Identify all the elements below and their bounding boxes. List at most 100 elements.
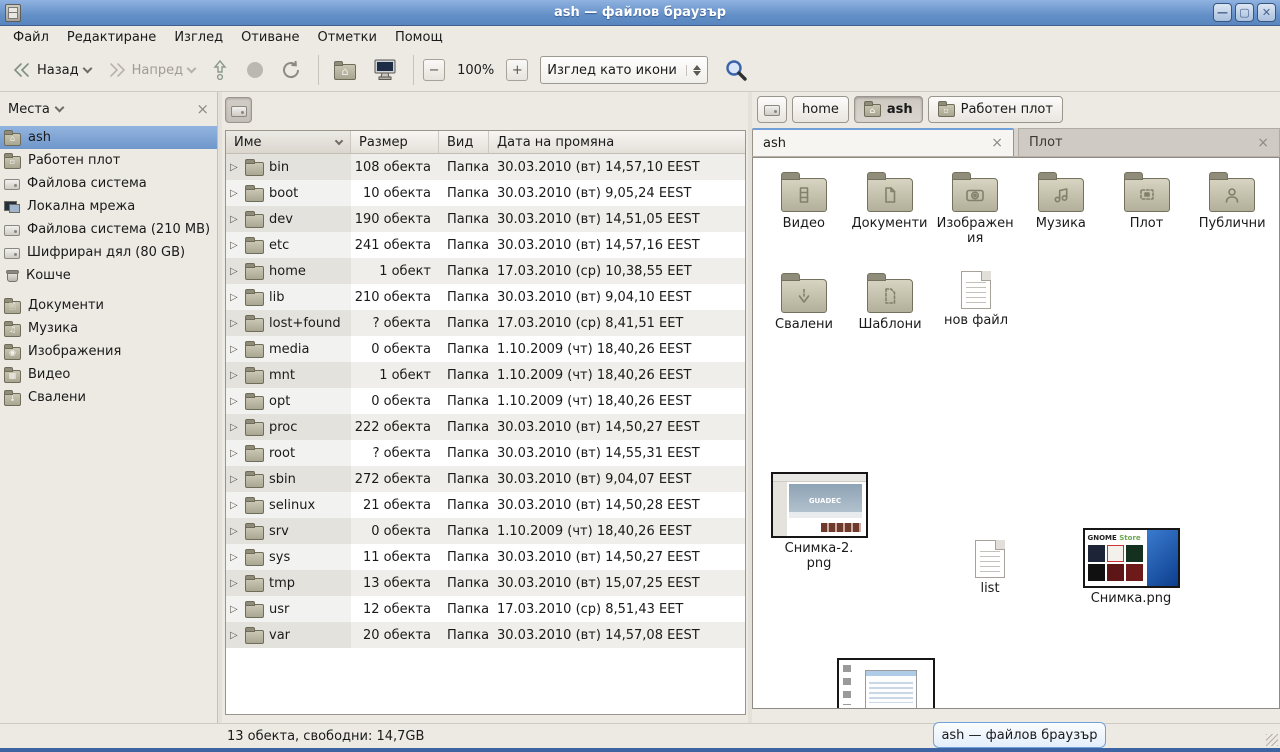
menu-bookmarks[interactable]: Отметки [308, 28, 385, 47]
column-header-date[interactable]: Дата на промяна [489, 131, 745, 153]
menu-help[interactable]: Помощ [386, 28, 452, 47]
expander-icon[interactable]: ▷ [230, 162, 240, 173]
sidebar-item-filesystem[interactable]: Файлова система [0, 172, 217, 195]
sidebar-close-icon[interactable]: × [196, 100, 209, 118]
file-snimka-1[interactable]: Снимка-1.png [835, 658, 937, 709]
expander-icon[interactable]: ▷ [230, 604, 240, 615]
table-row[interactable]: ▷ sbin 272 обекта Папка 30.03.2010 (вт) … [226, 466, 745, 492]
table-row[interactable]: ▷ lost+found ? обекта Папка 17.03.2010 (… [226, 310, 745, 336]
tab-close-icon[interactable]: × [991, 135, 1003, 151]
expander-icon[interactable]: ▷ [230, 552, 240, 563]
column-header-name[interactable]: Име [226, 131, 351, 153]
path-desktop-button[interactable]: ▫ Работен плот [928, 96, 1063, 123]
file-snimka-2[interactable]: GUADEC Снимка-2.png [769, 472, 869, 572]
path-home-button[interactable]: home [792, 96, 849, 123]
expander-icon[interactable]: ▷ [230, 370, 240, 381]
resize-grip[interactable] [1266, 734, 1278, 746]
back-button[interactable]: Назад [6, 58, 97, 82]
expander-icon[interactable]: ▷ [230, 578, 240, 589]
back-dropdown-icon[interactable] [82, 64, 92, 74]
file-list[interactable]: list [961, 540, 1019, 597]
menu-edit[interactable]: Редактиране [58, 28, 165, 47]
table-row[interactable]: ▷ mnt 1 обект Папка 1.10.2009 (чт) 18,40… [226, 362, 745, 388]
table-row[interactable]: ▷ selinux 21 обекта Папка 30.03.2010 (вт… [226, 492, 745, 518]
folder-video[interactable]: Видео [761, 170, 847, 247]
menu-file[interactable]: Файл [4, 28, 58, 47]
computer-button[interactable] [366, 54, 404, 86]
folder-downloads[interactable]: Свалени [761, 271, 847, 333]
expander-icon[interactable]: ▷ [230, 266, 240, 277]
folder-documents[interactable]: Документи [847, 170, 933, 247]
sidebar-item-video[interactable]: ▦ Видео [0, 363, 217, 386]
expander-icon[interactable]: ▷ [230, 500, 240, 511]
column-header-size[interactable]: Размер [351, 131, 439, 153]
folder-pictures[interactable]: Изображения [932, 170, 1018, 247]
forward-button[interactable]: Напред [101, 58, 201, 82]
path-ash-button[interactable]: ⌂ ash [854, 96, 923, 123]
table-row[interactable]: ▷ proc 222 обекта Папка 30.03.2010 (вт) … [226, 414, 745, 440]
expander-icon[interactable]: ▷ [230, 292, 240, 303]
table-row[interactable]: ▷ sys 11 обекта Папка 30.03.2010 (вт) 14… [226, 544, 745, 570]
sidebar-item-home[interactable]: ⌂ ash [0, 126, 217, 149]
sidebar-item-pictures[interactable]: ◉ Изображения [0, 340, 217, 363]
sidebar-title[interactable]: Места [8, 102, 50, 117]
home-button[interactable]: ⌂ [328, 57, 362, 84]
minimize-button[interactable]: — [1213, 3, 1232, 22]
tab-close-icon[interactable]: × [1257, 135, 1269, 151]
table-row[interactable]: ▷ var 20 обекта Папка 30.03.2010 (вт) 14… [226, 622, 745, 648]
table-row[interactable]: ▷ bin 108 обекта Папка 30.03.2010 (вт) 1… [226, 154, 745, 180]
zoom-in-button[interactable]: + [506, 59, 528, 81]
table-row[interactable]: ▷ usr 12 обекта Папка 17.03.2010 (ср) 8,… [226, 596, 745, 622]
sidebar-item-downloads[interactable]: ↓ Свалени [0, 386, 217, 409]
sidebar-chevron-icon[interactable] [54, 103, 64, 113]
table-row[interactable]: ▷ dev 190 обекта Папка 30.03.2010 (вт) 1… [226, 206, 745, 232]
table-row[interactable]: ▷ srv 0 обекта Папка 1.10.2009 (чт) 18,4… [226, 518, 745, 544]
table-row[interactable]: ▷ etc 241 обекта Папка 30.03.2010 (вт) 1… [226, 232, 745, 258]
expander-icon[interactable]: ▷ [230, 396, 240, 407]
maximize-button[interactable]: ▢ [1235, 3, 1254, 22]
sidebar-item-encrypted[interactable]: Шифриран дял (80 GB) [0, 241, 217, 264]
sidebar-item-music[interactable]: ♫ Музика [0, 317, 217, 340]
expander-icon[interactable]: ▷ [230, 630, 240, 641]
menu-go[interactable]: Отиване [232, 28, 308, 47]
up-button[interactable] [205, 55, 235, 85]
table-row[interactable]: ▷ tmp 13 обекта Папка 30.03.2010 (вт) 15… [226, 570, 745, 596]
stop-button[interactable] [239, 56, 271, 84]
column-header-type[interactable]: Вид [439, 131, 489, 153]
expander-icon[interactable]: ▷ [230, 448, 240, 459]
tab-ash[interactable]: ash × [752, 128, 1014, 156]
table-row[interactable]: ▷ opt 0 обекта Папка 1.10.2009 (чт) 18,4… [226, 388, 745, 414]
folder-public[interactable]: Публични [1189, 170, 1275, 247]
expander-icon[interactable]: ▷ [230, 422, 240, 433]
icon-view[interactable]: Видео Документи Изображения Музика Плот [752, 157, 1280, 709]
expander-icon[interactable]: ▷ [230, 474, 240, 485]
zoom-out-button[interactable]: − [423, 59, 445, 81]
table-row[interactable]: ▷ media 0 обекта Папка 1.10.2009 (чт) 18… [226, 336, 745, 362]
search-button[interactable] [718, 54, 754, 86]
table-row[interactable]: ▷ lib 210 обекта Папка 30.03.2010 (вт) 9… [226, 284, 745, 310]
sidebar-item-documents[interactable]: 🗎 Документи [0, 294, 217, 317]
folder-desktop[interactable]: Плот [1104, 170, 1190, 247]
file-new-file[interactable]: нов файл [933, 271, 1019, 333]
close-button[interactable]: ✕ [1257, 3, 1276, 22]
view-mode-select[interactable]: Изглед като икони [540, 56, 708, 84]
table-row[interactable]: ▷ boot 10 обекта Папка 30.03.2010 (вт) 9… [226, 180, 745, 206]
tab-plot[interactable]: Плот × [1018, 128, 1280, 156]
folder-templates[interactable]: Шаблони [847, 271, 933, 333]
sidebar-item-network[interactable]: Локална мрежа [0, 195, 217, 218]
expander-icon[interactable]: ▷ [230, 240, 240, 251]
expander-icon[interactable]: ▷ [230, 318, 240, 329]
forward-dropdown-icon[interactable] [187, 64, 197, 74]
expander-icon[interactable]: ▷ [230, 344, 240, 355]
reload-button[interactable] [275, 56, 309, 84]
expander-icon[interactable]: ▷ [230, 526, 240, 537]
expander-icon[interactable]: ▷ [230, 214, 240, 225]
menu-view[interactable]: Изглед [165, 28, 232, 47]
table-row[interactable]: ▷ root ? обекта Папка 30.03.2010 (вт) 14… [226, 440, 745, 466]
sidebar-item-trash[interactable]: Кошче [0, 264, 217, 287]
expander-icon[interactable]: ▷ [230, 188, 240, 199]
path-root-button[interactable] [757, 96, 787, 123]
file-snimka[interactable]: GNOME Store Снимка.png [1079, 528, 1183, 607]
root-path-button[interactable] [225, 97, 252, 123]
folder-music[interactable]: Музика [1018, 170, 1104, 247]
